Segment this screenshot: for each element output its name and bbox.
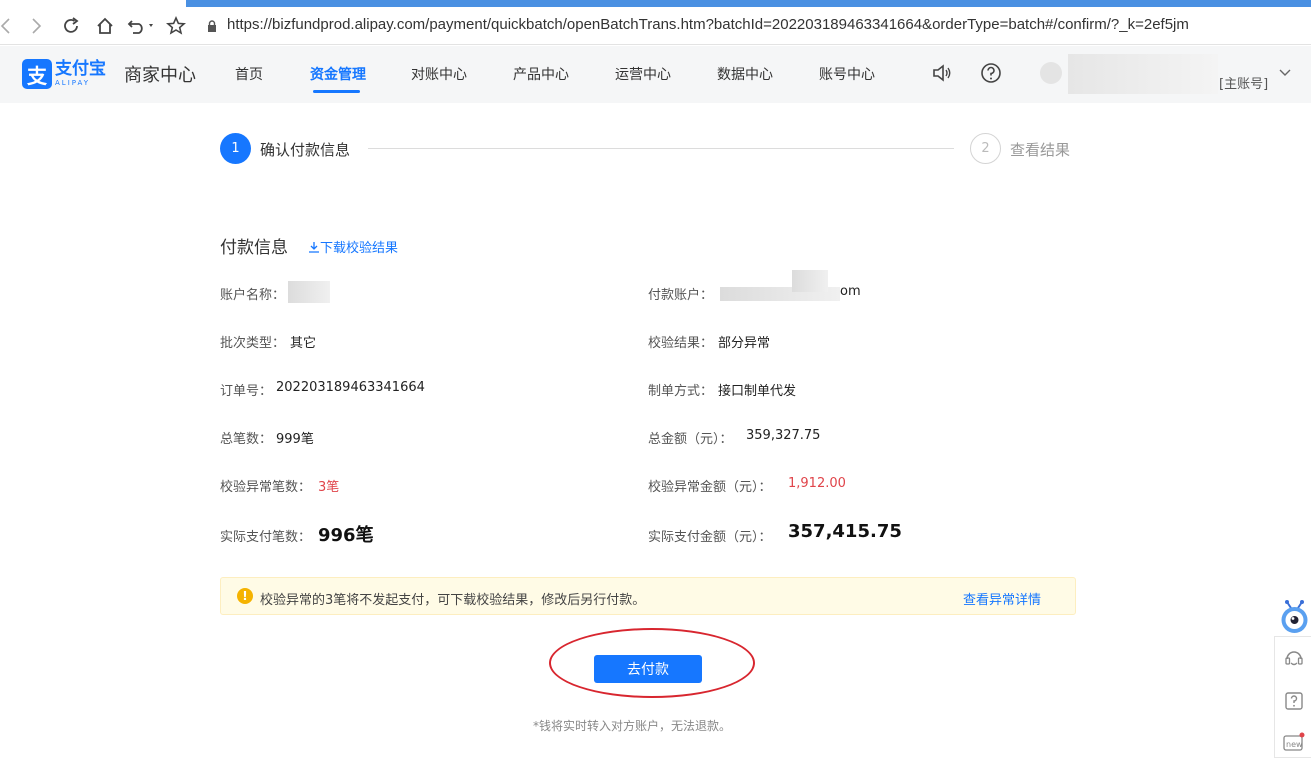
reload-icon[interactable] — [58, 13, 84, 39]
customer-service-icon[interactable] — [1283, 647, 1305, 669]
active-nav-underline — [313, 90, 360, 93]
order-no-label: 订单号： — [220, 384, 273, 399]
step-connector — [368, 148, 954, 149]
nav-operations[interactable]: 运营中心 — [615, 64, 671, 84]
actual-amount-value: 357,415.75 — [788, 521, 902, 542]
order-no-value: 202203189463341664 — [276, 380, 425, 395]
abnormal-amount-label: 校验异常金额（元）： — [648, 480, 772, 495]
actual-count-label: 实际支付笔数： — [220, 530, 312, 545]
active-browser-tab[interactable] — [186, 0, 1311, 7]
lock-icon — [208, 20, 216, 32]
download-check-result-link[interactable]: 下载校验结果 — [308, 237, 398, 256]
undo-history-icon[interactable] — [125, 13, 159, 39]
browser-tabstrip — [0, 0, 1311, 7]
abnormal-count-label: 校验异常笔数： — [220, 480, 312, 495]
assistant-robot-icon[interactable] — [1278, 598, 1311, 636]
nav-fund-management[interactable]: 资金管理 — [310, 64, 366, 84]
actual-amount-label: 实际支付金额（元）： — [648, 530, 772, 545]
step-1-circle: 1 — [220, 133, 251, 164]
total-amount-value: 359,327.75 — [746, 428, 821, 443]
merchant-center-title: 商家中心 — [124, 65, 196, 86]
nav-reconciliation[interactable]: 对账中心 — [411, 64, 467, 84]
make-method-value: 接口制单代发 — [718, 384, 797, 399]
account-name-redacted[interactable] — [1068, 54, 1218, 94]
make-method-label: 制单方式： — [648, 384, 714, 399]
back-icon[interactable] — [0, 13, 18, 39]
step-1-label: 确认付款信息 — [260, 141, 351, 159]
alert-text: 校验异常的3笔将不发起支付，可下载校验结果，修改后另行付款。 — [260, 593, 646, 608]
address-bar[interactable]: https://bizfundprod.alipay.com/payment/q… — [227, 16, 1189, 33]
chevron-down-icon[interactable] — [1279, 68, 1291, 78]
download-icon — [309, 241, 319, 253]
logo-text-en: ALIPAY — [55, 79, 91, 87]
pay-account-redacted-extra — [792, 270, 828, 292]
faq-icon[interactable] — [1283, 690, 1305, 712]
nav-products[interactable]: 产品中心 — [513, 64, 569, 84]
forward-icon[interactable] — [24, 13, 50, 39]
avatar[interactable] — [1040, 62, 1062, 84]
home-icon[interactable] — [92, 13, 118, 39]
warning-icon: ! — [237, 588, 253, 604]
whats-new-icon[interactable]: new — [1283, 731, 1305, 753]
step-2-circle: 2 — [970, 133, 1001, 164]
nav-data[interactable]: 数据中心 — [717, 64, 773, 84]
payment-info-title: 付款信息 — [220, 238, 288, 258]
abnormal-count-value: 3笔 — [318, 480, 340, 495]
nav-home[interactable]: 首页 — [235, 64, 263, 84]
logo-text-cn: 支付宝 — [55, 59, 106, 79]
favorite-star-icon[interactable] — [163, 13, 189, 39]
browser-toolbar: https://bizfundprod.alipay.com/payment/q… — [0, 7, 1311, 45]
batch-type-value: 其它 — [290, 336, 317, 351]
alipay-logo[interactable]: 支 支付宝 ALIPAY — [22, 59, 106, 89]
account-name-redacted — [288, 281, 330, 303]
total-count-value: 999笔 — [276, 432, 314, 447]
svg-text:new: new — [1286, 740, 1303, 749]
abnormal-alert-banner: ! 校验异常的3笔将不发起支付，可下载校验结果，修改后另行付款。 查看异常详情 — [220, 577, 1076, 615]
nav-account[interactable]: 账号中心 — [819, 64, 875, 84]
pay-account-label: 付款账户： — [648, 288, 714, 303]
pay-account-suffix: om — [840, 284, 861, 299]
pay-note: *钱将实时转入对方账户，无法退款。 — [533, 719, 732, 733]
speaker-icon[interactable] — [931, 62, 953, 84]
view-abnormal-details-link[interactable]: 查看异常详情 — [963, 589, 1041, 608]
batch-type-label: 批次类型： — [220, 336, 286, 351]
check-result-label: 校验结果： — [648, 336, 714, 351]
total-count-label: 总笔数： — [220, 432, 273, 447]
abnormal-amount-value: 1,912.00 — [788, 476, 846, 491]
check-result-value: 部分异常 — [718, 336, 771, 351]
account-tag: [主账号] — [1219, 77, 1269, 92]
pay-button[interactable]: 去付款 — [594, 655, 702, 683]
help-icon[interactable] — [980, 62, 1002, 84]
step-2-label: 查看结果 — [1010, 141, 1071, 159]
account-name-label: 账户名称： — [220, 288, 286, 303]
actual-count-value: 996笔 — [318, 525, 374, 546]
site-header: 支 支付宝 ALIPAY 商家中心 首页 资金管理 对账中心 产品中心 运营中心… — [0, 46, 1311, 103]
total-amount-label: 总金额（元）： — [648, 432, 733, 447]
side-toolbar: new — [1274, 636, 1311, 758]
alipay-logo-mark: 支 — [22, 59, 52, 89]
